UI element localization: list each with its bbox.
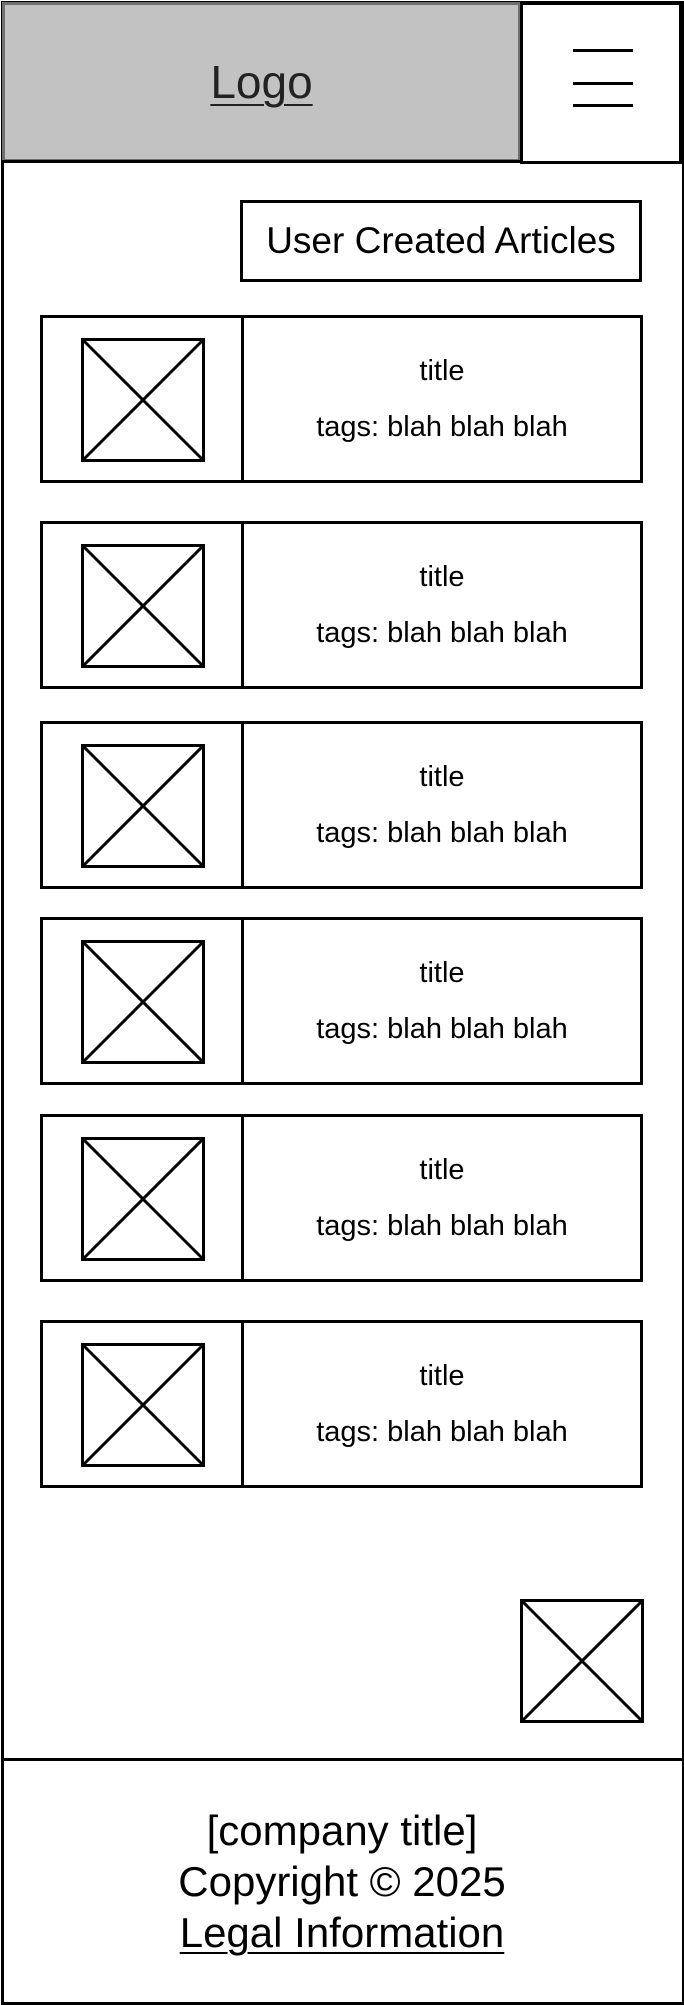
image-placeholder-icon xyxy=(81,744,205,868)
article-card[interactable]: title tags: blah blah blah xyxy=(40,1114,643,1282)
article-tags: tags: blah blah blah xyxy=(316,1210,568,1242)
article-tags: tags: blah blah blah xyxy=(316,1013,568,1045)
footer: [company title] Copyright © 2025 Legal I… xyxy=(2,1761,682,1958)
legal-information-link[interactable]: Legal Information xyxy=(2,1907,682,1958)
company-title: [company title] xyxy=(206,1807,478,1854)
article-tags: tags: blah blah blah xyxy=(316,411,568,443)
article-tags: tags: blah blah blah xyxy=(316,1416,568,1448)
header-divider xyxy=(2,160,522,163)
article-card[interactable]: title tags: blah blah blah xyxy=(40,1320,643,1488)
image-placeholder-icon xyxy=(81,940,205,1064)
image-placeholder-icon xyxy=(81,338,205,462)
section-label: User Created Articles xyxy=(266,220,616,261)
article-tags: tags: blah blah blah xyxy=(316,617,568,649)
article-title[interactable]: title xyxy=(419,758,464,796)
hamburger-menu-icon xyxy=(573,82,633,85)
image-placeholder-icon xyxy=(81,544,205,668)
copyright-text: Copyright © 2025 xyxy=(178,1858,506,1905)
article-card[interactable]: title tags: blah blah blah xyxy=(40,917,643,1085)
article-card[interactable]: title tags: blah blah blah xyxy=(40,315,643,483)
article-title[interactable]: title xyxy=(419,558,464,596)
article-title[interactable]: title xyxy=(419,954,464,992)
article-card[interactable]: title tags: blah blah blah xyxy=(40,721,643,889)
article-card[interactable]: title tags: blah blah blah xyxy=(40,521,643,689)
article-title[interactable]: title xyxy=(419,352,464,390)
logo-label[interactable]: Logo xyxy=(210,55,312,109)
image-placeholder-icon[interactable] xyxy=(520,1599,644,1723)
image-placeholder-icon xyxy=(81,1137,205,1261)
logo[interactable]: Logo xyxy=(2,2,521,162)
menu-button[interactable] xyxy=(520,2,682,164)
user-created-articles-button[interactable]: User Created Articles xyxy=(240,200,642,282)
image-placeholder-icon xyxy=(81,1343,205,1467)
article-title[interactable]: title xyxy=(419,1357,464,1395)
hamburger-menu-icon xyxy=(573,104,633,107)
hamburger-menu-icon xyxy=(573,49,633,52)
article-title[interactable]: title xyxy=(419,1151,464,1189)
article-tags: tags: blah blah blah xyxy=(316,817,568,849)
